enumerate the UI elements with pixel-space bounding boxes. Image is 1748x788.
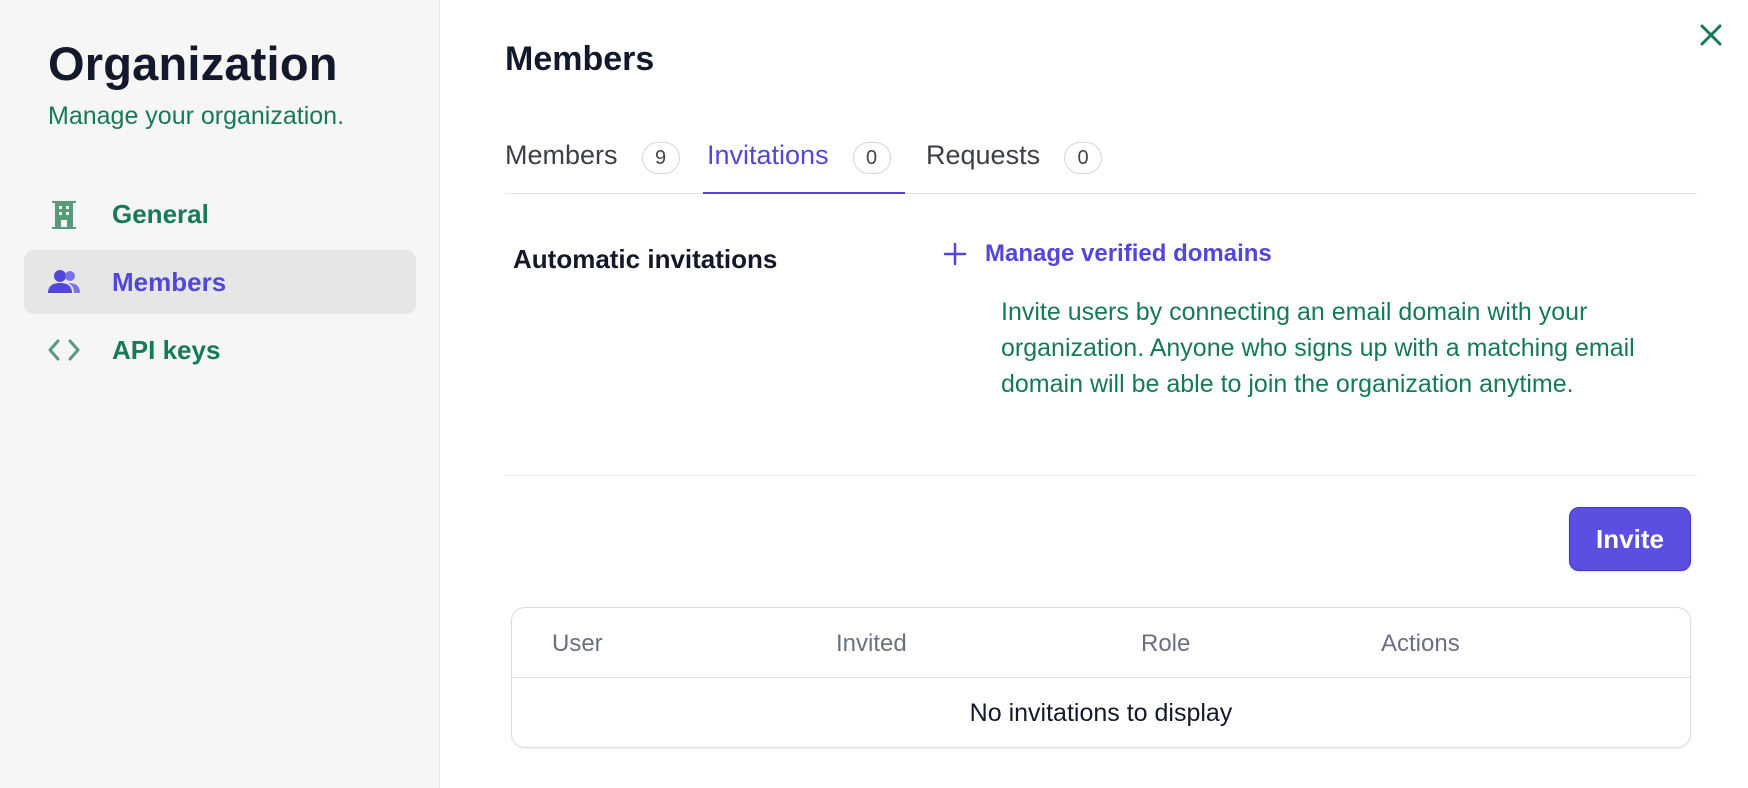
building-icon <box>48 198 80 230</box>
invite-button[interactable]: Invite <box>1569 507 1691 571</box>
code-icon <box>48 334 80 366</box>
sidebar-title: Organization <box>48 37 338 90</box>
section-divider <box>505 475 1697 476</box>
page-title: Members <box>505 40 655 78</box>
close-icon <box>1700 24 1722 46</box>
organization-settings-modal: Organization Manage your organization. G… <box>0 0 1748 788</box>
count-badge: 9 <box>641 142 680 174</box>
tab-members[interactable]: Members 9 <box>505 126 680 194</box>
sidebar-subtitle: Manage your organization. <box>48 102 345 130</box>
main-panel: Members Members 9 Invitations 0 Requests… <box>441 0 1748 788</box>
count-badge: 0 <box>1064 142 1103 174</box>
sidebar-item-members[interactable]: Members <box>24 250 416 314</box>
sidebar-item-label: API keys <box>112 334 221 365</box>
table-header: User Invited Role Actions <box>512 608 1690 678</box>
sidebar-item-general[interactable]: General <box>24 182 416 246</box>
tab-label: Requests <box>926 140 1041 170</box>
tab-label: Members <box>505 140 618 170</box>
tab-bar: Members 9 Invitations 0 Requests 0 <box>505 126 1697 194</box>
automatic-invitations-label: Automatic invitations <box>513 244 778 274</box>
column-header-user: User <box>552 630 603 657</box>
table-empty-state: No invitations to display <box>969 698 1233 727</box>
column-header-actions: Actions <box>1381 630 1460 657</box>
tab-label: Invitations <box>707 140 829 170</box>
sidebar-item-label: Members <box>112 266 227 297</box>
manage-verified-domains-link[interactable]: Manage verified domains <box>943 240 1272 268</box>
plus-icon <box>943 242 967 266</box>
tab-requests[interactable]: Requests 0 <box>926 126 1103 194</box>
column-header-invited: Invited <box>836 630 907 657</box>
column-header-role: Role <box>1141 630 1191 657</box>
sidebar: Organization Manage your organization. G… <box>0 0 440 788</box>
invitations-table: User Invited Role Actions No invitations… <box>511 607 1691 748</box>
tab-invitations[interactable]: Invitations 0 <box>703 126 905 194</box>
sidebar-item-label: General <box>112 198 209 229</box>
users-icon <box>48 266 80 298</box>
close-button[interactable] <box>1696 20 1726 50</box>
count-badge: 0 <box>852 142 891 174</box>
automatic-invitations-description: Invite users by connecting an email doma… <box>1001 298 1635 398</box>
manage-link-label: Manage verified domains <box>985 240 1272 267</box>
sidebar-item-api-keys[interactable]: API keys <box>24 318 416 382</box>
